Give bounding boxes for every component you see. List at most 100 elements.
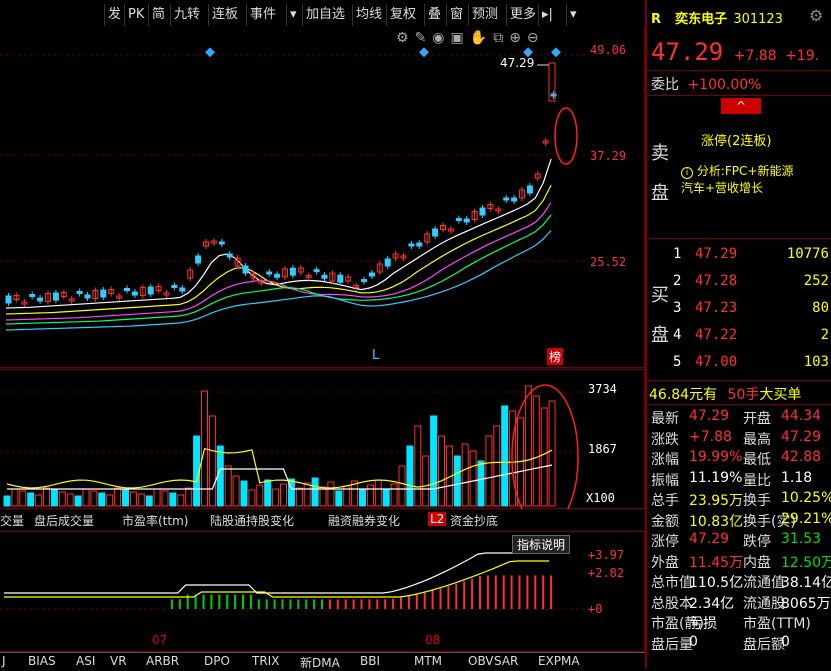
toolbar-item-3[interactable]: 九转 <box>170 4 203 26</box>
quote-key: 外盘 <box>651 554 679 571</box>
toolbar-item-11[interactable]: 窗 <box>446 4 466 26</box>
price-axis-label-max: 49.06 <box>590 43 627 57</box>
toolbar-item-4[interactable]: 连板 <box>208 4 241 26</box>
indicator-bar <box>400 597 402 609</box>
analysis-row: i 分析:FPC+新能源 汽车+营收增长 <box>681 162 829 196</box>
toolbar-item-8[interactable]: 均线 <box>352 4 385 26</box>
info-icon[interactable]: i <box>681 167 693 179</box>
tab-margin-trading[interactable]: 融资融券变化 <box>328 512 400 529</box>
toolbar-item-12[interactable]: 预测 <box>468 4 501 26</box>
tab-after-hours-volume[interactable]: 盘后成交量 <box>34 512 94 529</box>
toolbar-item-10[interactable]: 叠 <box>424 4 444 26</box>
indicator-tab-5[interactable]: DPO <box>204 654 230 668</box>
weibi-label: 委比 <box>651 77 679 93</box>
quote-row: 最新 47.29 开盘 44.34 <box>651 408 831 428</box>
indicator-tab-6[interactable]: TRIX <box>252 654 279 668</box>
indicator-bar <box>471 578 474 609</box>
quote-row: 振幅 11.19% 量比 1.18 <box>651 470 831 490</box>
volume-bar <box>532 395 540 507</box>
toolbar-item-7[interactable]: 加自选 <box>302 4 348 26</box>
indicator-bar <box>463 581 466 609</box>
kline-chart[interactable] <box>0 28 585 368</box>
indicator-tab-0[interactable]: J <box>2 654 6 668</box>
quote-key: 量比 <box>743 472 771 489</box>
marker-rank-badge[interactable]: 榜 <box>547 348 564 365</box>
quote-key: 涨幅 <box>651 452 679 468</box>
volume-bar <box>382 488 390 507</box>
indicator-help-tooltip[interactable]: 指标说明 <box>512 535 571 554</box>
indicator-bar <box>202 594 205 609</box>
stock-name: 奕东电子 <box>675 12 728 27</box>
volume-bar <box>264 479 272 507</box>
toolbar-item-1[interactable]: PK <box>124 4 147 26</box>
candle <box>526 185 533 194</box>
toolbar-item-15[interactable]: ▾ <box>566 4 580 26</box>
moving-average-line <box>5 214 552 325</box>
quote-key: 涨跌 <box>651 431 679 448</box>
volume-bar <box>232 475 240 507</box>
event-marker-icon[interactable] <box>205 47 215 58</box>
volume-bar <box>35 494 43 507</box>
volume-bar <box>398 465 406 507</box>
indicator-bar <box>518 575 521 609</box>
candle <box>242 265 249 274</box>
candle <box>84 294 91 299</box>
toolbar-item-5[interactable]: 事件 <box>246 4 279 26</box>
candle <box>226 253 233 258</box>
quote-row: 总手 23.95万 换手 10.25% <box>651 490 831 510</box>
indicator-tab-4[interactable]: ARBR <box>146 654 179 668</box>
indicator-tab-7[interactable]: 新DMA <box>300 654 340 671</box>
volume-bar <box>82 488 90 507</box>
toolbar-item-14[interactable]: ▸| <box>538 4 556 26</box>
collapse-chevron-icon[interactable]: ^ <box>721 98 761 114</box>
indicator-bar <box>431 590 434 609</box>
indicator-bar <box>210 594 213 609</box>
tab-pe-ttm[interactable]: 市盈率(ttm) <box>122 512 188 529</box>
indicator-bar <box>534 575 537 609</box>
indicator-tab-9[interactable]: MTM <box>414 654 442 668</box>
quote-key: 盘后额 <box>743 636 785 653</box>
tab-hk-connect-holding[interactable]: 陆股通持股变化 <box>210 512 294 529</box>
volume-bar <box>43 487 50 507</box>
price-change: +7.88 <box>733 48 777 64</box>
indicator-axis-label-2: +2.82 <box>588 566 625 580</box>
tab-volume[interactable]: 交量 <box>0 512 24 529</box>
quote-key: 盘后量 <box>651 636 693 653</box>
volume-chart[interactable] <box>0 369 585 509</box>
stock-code: 301123 <box>733 12 783 27</box>
event-marker-icon[interactable] <box>419 47 429 58</box>
volume-bar <box>153 488 161 507</box>
book-price: 47.28 <box>695 273 738 289</box>
toolbar-item-9[interactable]: 复权 <box>386 4 419 26</box>
indicator-bar <box>415 594 418 609</box>
candle <box>147 286 154 295</box>
toolbar-item-0[interactable]: 发 <box>104 4 124 26</box>
moving-average-line <box>5 230 552 331</box>
settings-gear-icon[interactable]: ⚙ <box>809 6 823 25</box>
toolbar-item-13[interactable]: 更多 <box>506 4 539 26</box>
candle <box>503 197 510 201</box>
indicator-chart[interactable] <box>0 531 585 631</box>
book-volume: 10776 <box>786 246 829 262</box>
quote-value: 38.14亿 <box>781 575 831 591</box>
weibi-row: 委比 +100.00% <box>651 74 761 94</box>
toolbar-item-2[interactable]: 简 <box>148 4 168 26</box>
quote-row: 盘后量 0 盘后额 0 <box>651 634 831 654</box>
marker-l[interactable]: L <box>372 348 379 363</box>
indicator-tab-12[interactable]: EXPMA <box>538 654 580 668</box>
indicator-tab-10[interactable]: OBV <box>468 654 494 668</box>
volume-bar <box>335 490 343 507</box>
indicator-tab-11[interactable]: SAR <box>494 654 518 668</box>
indicator-bar <box>249 594 252 609</box>
volume-bar <box>74 495 82 507</box>
tab-capital-bottom[interactable]: 资金抄底 <box>450 512 498 529</box>
tab-l2-badge[interactable]: L2 <box>428 512 447 526</box>
indicator-tab-2[interactable]: ASI <box>76 654 95 668</box>
toolbar-item-6[interactable]: ▾ <box>286 4 300 26</box>
event-marker-icon[interactable] <box>551 47 561 58</box>
indicator-tab-8[interactable]: BBI <box>360 654 380 668</box>
candle <box>131 291 138 296</box>
indicator-tab-3[interactable]: VR <box>110 654 127 668</box>
indicator-tab-1[interactable]: BIAS <box>28 654 56 668</box>
quote-value: 23.95万 <box>689 493 744 509</box>
